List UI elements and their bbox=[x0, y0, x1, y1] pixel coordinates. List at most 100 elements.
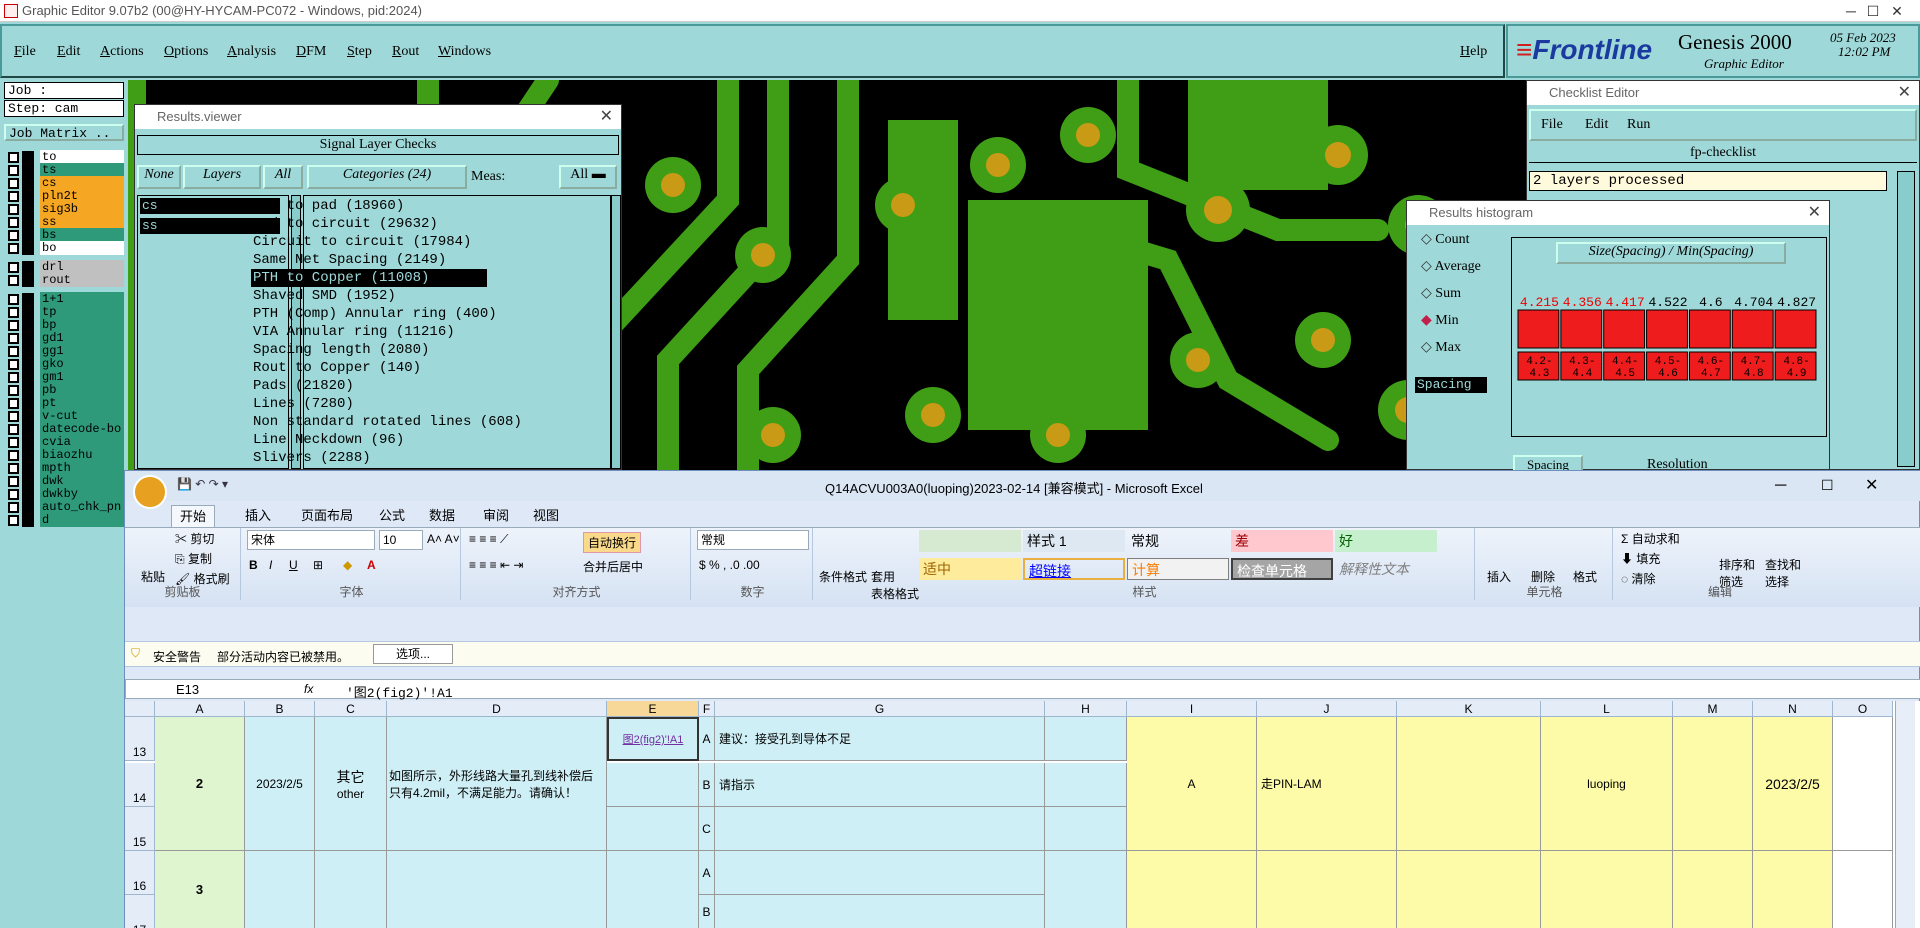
autosum-button[interactable]: Σ 自动求和 bbox=[1621, 530, 1680, 547]
style-normal[interactable]: 常规 bbox=[1127, 530, 1229, 552]
ribbon-tab[interactable]: 插入 bbox=[237, 505, 279, 527]
security-options-button[interactable]: 选项... bbox=[373, 644, 453, 664]
checklist-scrollbar[interactable] bbox=[1897, 171, 1915, 467]
wrap-text-button[interactable]: 自动换行 bbox=[583, 532, 642, 553]
cell-opt-b[interactable]: B bbox=[699, 763, 715, 807]
cell-opt-c[interactable]: C bbox=[699, 807, 715, 851]
cell-o2[interactable] bbox=[1833, 851, 1893, 928]
layer-checkbox[interactable] bbox=[8, 411, 19, 422]
cell-action[interactable]: 走PIN-LAM bbox=[1257, 717, 1397, 851]
style-1[interactable]: 样式 1 bbox=[1023, 530, 1125, 552]
cell-opt-a-2[interactable]: A bbox=[699, 851, 715, 895]
style-explanatory[interactable]: 解释性文本 bbox=[1335, 558, 1437, 580]
layer-checkbox[interactable] bbox=[8, 307, 19, 318]
layer-row[interactable]: bo bbox=[6, 241, 124, 256]
ribbon-tab[interactable]: 页面布局 bbox=[293, 505, 361, 527]
histogram-bar[interactable] bbox=[1560, 309, 1603, 349]
measure-item[interactable]: Spacing bbox=[1415, 377, 1487, 393]
merge-center-button[interactable]: 合并后居中 bbox=[583, 558, 643, 575]
column-header[interactable]: M bbox=[1673, 701, 1753, 717]
cell-y2-12[interactable] bbox=[1673, 851, 1753, 928]
layer-checkbox[interactable] bbox=[8, 152, 19, 163]
fill-button[interactable]: ⬇ 填充 bbox=[1621, 550, 1660, 567]
layer-checkbox[interactable] bbox=[8, 178, 19, 189]
cell-h15[interactable] bbox=[1045, 807, 1127, 851]
cell-m[interactable] bbox=[1673, 717, 1753, 851]
column-header[interactable]: E bbox=[607, 701, 699, 717]
layer-row[interactable]: rout bbox=[6, 273, 124, 288]
layers-button[interactable]: Layers bbox=[183, 165, 261, 189]
layer-checkbox[interactable] bbox=[8, 204, 19, 215]
ribbon-tab[interactable]: 视图 bbox=[525, 505, 567, 527]
layer-checkbox[interactable] bbox=[8, 275, 19, 286]
align-top-icon[interactable]: ≡ ≡ ≡ ⟋ bbox=[469, 532, 508, 547]
cell-y2-8[interactable] bbox=[1127, 851, 1257, 928]
fx-icon[interactable]: fx bbox=[304, 682, 313, 696]
style-good[interactable]: 好 bbox=[1335, 530, 1437, 552]
histogram-bar[interactable] bbox=[1731, 309, 1774, 349]
column-header[interactable]: B bbox=[245, 701, 315, 717]
layer-checkbox[interactable] bbox=[8, 294, 19, 305]
menu-edit[interactable]: Edit bbox=[57, 44, 80, 60]
checklist-menu-run[interactable]: Run bbox=[1627, 117, 1650, 133]
layer-row[interactable]: d bbox=[6, 513, 124, 528]
layer-checkbox[interactable] bbox=[8, 450, 19, 461]
cell-link-2[interactable] bbox=[607, 851, 699, 928]
cell-type[interactable]: 其它 other bbox=[315, 717, 387, 851]
menu-windows[interactable]: Windows bbox=[438, 44, 491, 60]
column-header[interactable]: D bbox=[387, 701, 607, 717]
row-header[interactable]: 16 bbox=[125, 851, 155, 895]
excel-close-button[interactable]: ✕ bbox=[1865, 475, 1878, 495]
cell-g17[interactable] bbox=[715, 895, 1045, 928]
cell-desc-2[interactable] bbox=[387, 851, 607, 928]
style-swatch[interactable] bbox=[919, 530, 1021, 552]
number-format-select[interactable]: 常规 bbox=[697, 530, 809, 550]
category-item[interactable]: Same Net Spacing (2149) bbox=[251, 251, 487, 269]
style-neutral[interactable]: 适中 bbox=[919, 558, 1021, 580]
layer-checkbox[interactable] bbox=[8, 385, 19, 396]
category-item[interactable]: Pads (21820) bbox=[251, 377, 487, 395]
quick-access-toolbar[interactable]: 💾 ↶ ↷ ▾ bbox=[177, 477, 228, 491]
cell-hyperlink[interactable]: 图2(fig2)'!A1 bbox=[607, 717, 699, 761]
categories-button[interactable]: Categories (24) bbox=[307, 165, 467, 189]
layer-checkbox[interactable] bbox=[8, 262, 19, 273]
ribbon-tab[interactable]: 公式 bbox=[371, 505, 413, 527]
cell-h16[interactable] bbox=[1045, 851, 1127, 928]
row-header[interactable]: 15 bbox=[125, 807, 155, 851]
cell-o[interactable] bbox=[1833, 717, 1893, 851]
style-bad[interactable]: 差 bbox=[1231, 530, 1333, 552]
radio-count[interactable]: ◇ Count bbox=[1421, 231, 1470, 248]
style-hyperlink[interactable]: 超链接 bbox=[1023, 558, 1125, 580]
cell-h14[interactable] bbox=[1045, 763, 1127, 807]
radio-average[interactable]: ◇ Average bbox=[1421, 258, 1481, 275]
cell-y2-13[interactable] bbox=[1753, 851, 1833, 928]
layer-checkbox[interactable] bbox=[8, 463, 19, 474]
layer-checkbox[interactable] bbox=[8, 359, 19, 370]
excel-minimize-button[interactable]: ─ bbox=[1775, 477, 1786, 495]
checklist-menu-edit[interactable]: Edit bbox=[1585, 117, 1608, 133]
radio-max[interactable]: ◇ Max bbox=[1421, 339, 1461, 356]
job-matrix-button[interactable]: Job Matrix .. bbox=[4, 124, 124, 141]
cell-result[interactable]: A bbox=[1127, 717, 1257, 851]
cell-opt-a[interactable]: A bbox=[699, 717, 715, 761]
layer-checkbox[interactable] bbox=[8, 230, 19, 241]
histogram-bar[interactable] bbox=[1603, 309, 1646, 349]
histogram-bar[interactable] bbox=[1646, 309, 1688, 349]
fill-color-icon[interactable]: ◆ bbox=[343, 558, 352, 572]
category-item[interactable]: Slivers (2288) bbox=[251, 449, 487, 467]
layer-checkbox[interactable] bbox=[8, 502, 19, 513]
menu-dfm[interactable]: DFM bbox=[296, 44, 326, 60]
category-item[interactable]: Non standard rotated lines (608) bbox=[251, 413, 522, 431]
category-item[interactable]: Line Neckdown (96) bbox=[251, 431, 487, 449]
vertical-scrollbar[interactable] bbox=[1895, 701, 1915, 928]
category-item[interactable]: VIA Annular ring (11216) bbox=[251, 323, 487, 341]
office-button[interactable] bbox=[133, 475, 167, 509]
column-header[interactable]: K bbox=[1397, 701, 1541, 717]
currency-icon[interactable]: $ % , .0 .00 bbox=[699, 558, 760, 572]
font-name-select[interactable]: 宋体 bbox=[247, 530, 375, 550]
column-header[interactable]: H bbox=[1045, 701, 1127, 717]
menu-options[interactable]: Options bbox=[164, 44, 208, 60]
formula-input[interactable]: '图2(fig2)'!A1 bbox=[346, 682, 453, 701]
layer-checkbox[interactable] bbox=[8, 333, 19, 344]
cell-description[interactable]: 如图所示，外形线路大量孔到线补偿后只有4.2mil，不满足能力。请确认！ bbox=[387, 717, 607, 851]
